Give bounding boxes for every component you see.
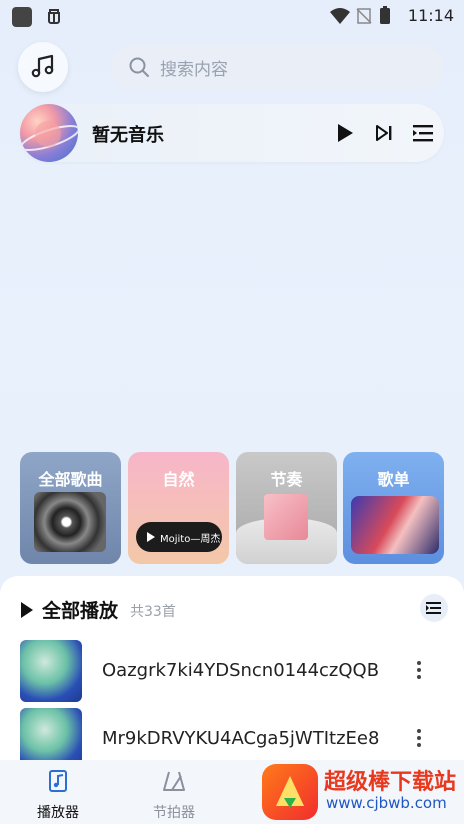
notification-icon bbox=[12, 7, 32, 27]
play-all-header[interactable]: 全部播放 共33首 bbox=[20, 596, 176, 623]
song-title: Mr9kDRVYKU4ACga5jWTItzEe8 bbox=[102, 728, 380, 749]
category-all-songs[interactable]: 全部歌曲 bbox=[20, 452, 121, 564]
watermark-logo-icon bbox=[262, 764, 318, 820]
now-playing-title: 暂无音乐 bbox=[92, 125, 164, 146]
play-button[interactable] bbox=[331, 119, 359, 147]
category-cover bbox=[351, 496, 439, 554]
watermark-url: www.cjbwb.com bbox=[326, 794, 447, 812]
category-cover bbox=[264, 494, 308, 540]
watermark-title: 超级棒下载站 bbox=[324, 769, 457, 794]
list-options-button[interactable] bbox=[420, 594, 448, 622]
song-list-panel: 全部播放 共33首 Oazgrk7ki4YDSncn0144czQQB Mr9k… bbox=[0, 576, 464, 770]
queue-icon bbox=[413, 125, 433, 142]
music-file-icon bbox=[49, 770, 67, 792]
tab-label: 播放器 bbox=[37, 805, 79, 821]
tab-player[interactable]: 播放器 bbox=[18, 768, 98, 822]
category-label: 节奏 bbox=[270, 470, 303, 489]
category-playlists[interactable]: 歌单 bbox=[343, 452, 444, 564]
more-options-icon[interactable] bbox=[412, 658, 426, 684]
category-label: 歌单 bbox=[377, 470, 410, 489]
status-bar: 11:14 bbox=[0, 0, 464, 32]
music-note-icon bbox=[31, 54, 54, 78]
now-playing-bar[interactable]: 暂无音乐 bbox=[20, 104, 444, 162]
search-placeholder: 搜索内容 bbox=[160, 59, 228, 80]
tab-metronome[interactable]: 节拍器 bbox=[134, 768, 214, 822]
system-icons bbox=[328, 6, 398, 30]
song-title: Oazgrk7ki4YDSncn0144czQQB bbox=[102, 660, 380, 681]
queue-icon bbox=[426, 602, 441, 614]
wifi-icon bbox=[330, 8, 350, 24]
search-icon bbox=[129, 57, 149, 77]
watermark: 超级棒下载站 www.cjbwb.com bbox=[256, 760, 464, 824]
metronome-icon bbox=[163, 771, 185, 791]
play-icon bbox=[147, 532, 155, 542]
chip-text: Mojito—周杰 bbox=[160, 533, 221, 545]
category-label: 自然 bbox=[162, 470, 195, 489]
play-icon bbox=[21, 601, 33, 618]
category-label: 全部歌曲 bbox=[38, 470, 103, 489]
skip-next-icon bbox=[376, 125, 392, 141]
search-input[interactable]: 搜索内容 bbox=[110, 45, 444, 89]
song-count: 共33首 bbox=[130, 604, 176, 620]
tab-label: 节拍器 bbox=[153, 805, 195, 821]
play-all-label: 全部播放 bbox=[42, 600, 119, 622]
category-cover bbox=[34, 492, 106, 552]
category-nature[interactable]: 自然 Mojito—周杰 bbox=[128, 452, 229, 564]
next-button[interactable] bbox=[370, 119, 398, 147]
clock: 11:14 bbox=[407, 6, 454, 25]
mini-player-chip: Mojito—周杰 bbox=[136, 522, 222, 552]
category-rhythm[interactable]: 节奏 bbox=[236, 452, 337, 564]
playlist-button[interactable] bbox=[410, 119, 438, 147]
song-cover bbox=[20, 640, 82, 702]
now-playing-cover bbox=[20, 104, 78, 162]
play-icon bbox=[338, 124, 353, 142]
more-options-icon[interactable] bbox=[412, 726, 426, 752]
list-item[interactable]: Oazgrk7ki4YDSncn0144czQQB bbox=[0, 640, 464, 704]
music-note-button[interactable] bbox=[18, 42, 68, 92]
debug-icon bbox=[44, 5, 64, 30]
